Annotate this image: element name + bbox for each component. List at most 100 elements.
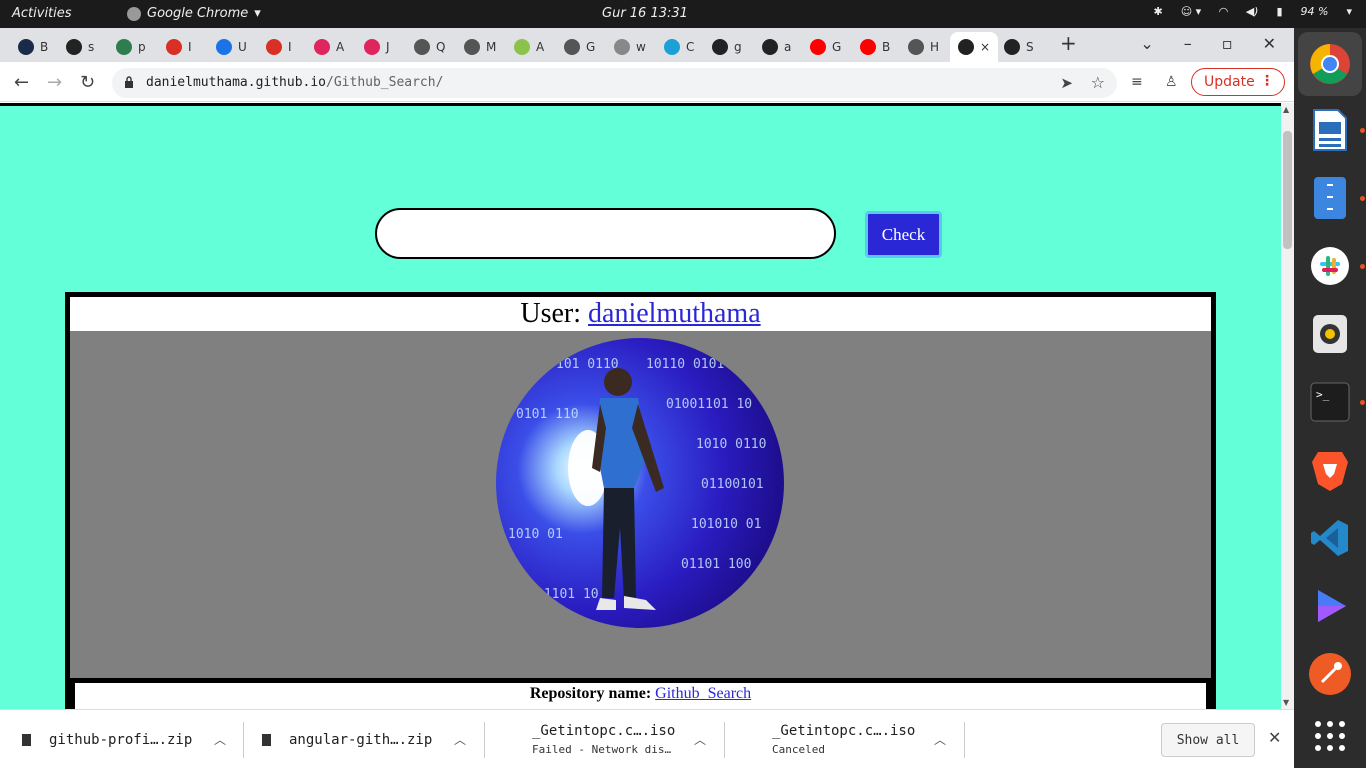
browser-tab[interactable]: J bbox=[364, 32, 390, 62]
activities-button[interactable]: Activities bbox=[12, 6, 72, 21]
svg-text:01101 100: 01101 100 bbox=[681, 557, 751, 572]
tab-label: J bbox=[386, 40, 390, 54]
media-player-icon[interactable] bbox=[1308, 584, 1352, 628]
browser-tab[interactable]: C bbox=[664, 32, 694, 62]
running-indicator bbox=[1360, 400, 1365, 405]
rhythmbox-icon[interactable] bbox=[1308, 312, 1352, 356]
minimize-button[interactable]: – bbox=[1184, 34, 1192, 53]
postman-icon[interactable] bbox=[1308, 652, 1352, 696]
browser-tab[interactable]: × bbox=[950, 32, 999, 62]
download-item[interactable]: _Getintopc.c….iso Failed - Network dis… … bbox=[532, 710, 732, 769]
browser-tab[interactable]: B bbox=[18, 32, 48, 62]
tab-favicon-icon bbox=[266, 39, 282, 55]
tab-favicon-icon bbox=[414, 39, 430, 55]
url-text[interactable]: danielmuthama.github.io/Github_Search/ bbox=[146, 75, 443, 90]
lock-icon[interactable] bbox=[124, 76, 134, 88]
brave-icon[interactable] bbox=[1308, 448, 1352, 492]
tab-favicon-icon bbox=[464, 39, 480, 55]
browser-tab[interactable]: s bbox=[66, 32, 94, 62]
download-item[interactable]: _Getintopc.c….iso Canceled ︿ bbox=[772, 710, 972, 769]
back-icon[interactable]: ← bbox=[14, 72, 29, 93]
tab-label: × bbox=[980, 40, 991, 54]
browser-tab[interactable]: I bbox=[166, 32, 192, 62]
page-viewport: Check User: danielmuthama 10110 0101 010… bbox=[0, 103, 1281, 709]
browser-tab[interactable]: w bbox=[614, 32, 646, 62]
check-button[interactable]: Check bbox=[865, 211, 942, 258]
browser-tab[interactable]: G bbox=[564, 32, 595, 62]
clock[interactable]: Gur 16 13:31 bbox=[602, 6, 688, 21]
svg-text:01001101 10: 01001101 10 bbox=[666, 397, 752, 412]
close-shelf-icon[interactable]: ✕ bbox=[1268, 728, 1281, 747]
browser-tab[interactable]: A bbox=[514, 32, 544, 62]
download-item[interactable]: angular-gith….zip ︿ bbox=[262, 710, 482, 769]
more-menu-icon: ⋮ bbox=[1260, 73, 1274, 89]
slack-tray-icon[interactable]: ✱ bbox=[1154, 5, 1163, 18]
new-tab-button[interactable]: + bbox=[1060, 31, 1077, 55]
update-label: Update bbox=[1204, 74, 1255, 90]
tab-favicon-icon bbox=[314, 39, 330, 55]
send-icon[interactable]: ➤ bbox=[1060, 74, 1073, 92]
user-label: User: bbox=[520, 298, 582, 329]
browser-tab[interactable]: g bbox=[712, 32, 742, 62]
browser-tab[interactable]: G bbox=[810, 32, 841, 62]
chevron-up-icon[interactable]: ︿ bbox=[454, 731, 466, 748]
scrollbar-thumb[interactable] bbox=[1283, 131, 1292, 249]
browser-tab[interactable]: B bbox=[860, 32, 890, 62]
browser-tab[interactable]: A bbox=[314, 32, 344, 62]
tab-favicon-icon bbox=[614, 39, 630, 55]
chevron-down-icon: ▾ bbox=[254, 6, 261, 21]
browser-tab[interactable]: Q bbox=[414, 32, 445, 62]
files-icon[interactable] bbox=[1308, 176, 1352, 220]
terminal-icon[interactable]: >_ bbox=[1308, 380, 1352, 424]
vscode-icon[interactable] bbox=[1308, 516, 1352, 560]
browser-tab[interactable]: U bbox=[216, 32, 247, 62]
divider bbox=[243, 722, 244, 758]
chevron-up-icon[interactable]: ︿ bbox=[214, 731, 226, 748]
browser-tab[interactable]: I bbox=[266, 32, 292, 62]
scroll-down-icon[interactable]: ▼ bbox=[1283, 698, 1289, 707]
scroll-up-icon[interactable]: ▲ bbox=[1283, 105, 1289, 114]
chevron-up-icon[interactable]: ︿ bbox=[694, 731, 706, 748]
browser-tab[interactable]: a bbox=[762, 32, 791, 62]
maximize-button[interactable]: ▫ bbox=[1222, 34, 1233, 53]
browser-tab[interactable]: S bbox=[1004, 32, 1034, 62]
tab-favicon-icon bbox=[66, 39, 82, 55]
download-item[interactable]: github-profi….zip ︿ bbox=[22, 710, 242, 769]
svg-text:101010 01: 101010 01 bbox=[691, 517, 761, 532]
tab-label: B bbox=[40, 40, 49, 54]
github-username-input[interactable] bbox=[375, 208, 836, 259]
show-applications-icon[interactable] bbox=[1308, 714, 1352, 758]
browser-tab[interactable]: H bbox=[908, 32, 939, 62]
profile-avatar[interactable]: ♙ bbox=[1165, 74, 1178, 90]
download-filename: angular-gith….zip bbox=[289, 731, 433, 748]
reload-icon[interactable]: ↻ bbox=[80, 72, 95, 93]
browser-toolbar: ← → ↻ danielmuthama.github.io/Github_Sea… bbox=[0, 62, 1294, 102]
update-button[interactable]: Update ⋮ bbox=[1191, 68, 1285, 96]
running-indicator bbox=[1360, 196, 1365, 201]
tab-favicon-icon bbox=[116, 39, 132, 55]
forward-icon[interactable]: → bbox=[47, 72, 62, 93]
show-all-button[interactable]: Show all bbox=[1161, 723, 1255, 757]
slack-icon[interactable] bbox=[1308, 244, 1352, 288]
libreoffice-writer-icon[interactable] bbox=[1308, 108, 1352, 152]
power-menu-icon[interactable]: ▾ bbox=[1346, 5, 1352, 18]
close-window-button[interactable]: ✕ bbox=[1263, 34, 1276, 53]
chevron-up-icon[interactable]: ︿ bbox=[934, 731, 946, 748]
system-tray[interactable]: ✱ ☺ ▾ ◠ ◀) ▮ 94 % ▾ bbox=[1154, 5, 1353, 18]
media-controls-icon[interactable]: ≡ bbox=[1131, 74, 1143, 90]
bookmark-star-icon[interactable]: ☆ bbox=[1091, 73, 1105, 92]
app-menu[interactable]: Google Chrome ▾ bbox=[127, 6, 261, 21]
tab-search-icon[interactable]: ⌄ bbox=[1140, 34, 1153, 53]
username-link[interactable]: danielmuthama bbox=[588, 298, 761, 329]
browser-tab[interactable]: M bbox=[464, 32, 496, 62]
volume-icon: ◀) bbox=[1245, 5, 1259, 18]
browser-tab[interactable]: p bbox=[116, 32, 146, 62]
page-scrollbar[interactable]: ▲ ▼ bbox=[1281, 103, 1294, 709]
repo-link[interactable]: Github_Search bbox=[655, 685, 751, 702]
wifi-icon: ◠ bbox=[1219, 5, 1228, 18]
chrome-app-icon bbox=[127, 6, 141, 21]
accessibility-icon[interactable]: ☺ ▾ bbox=[1181, 5, 1202, 18]
address-bar[interactable]: danielmuthama.github.io/Github_Search/ ➤… bbox=[112, 68, 1117, 98]
chrome-icon[interactable] bbox=[1308, 42, 1352, 86]
divider bbox=[724, 722, 725, 758]
